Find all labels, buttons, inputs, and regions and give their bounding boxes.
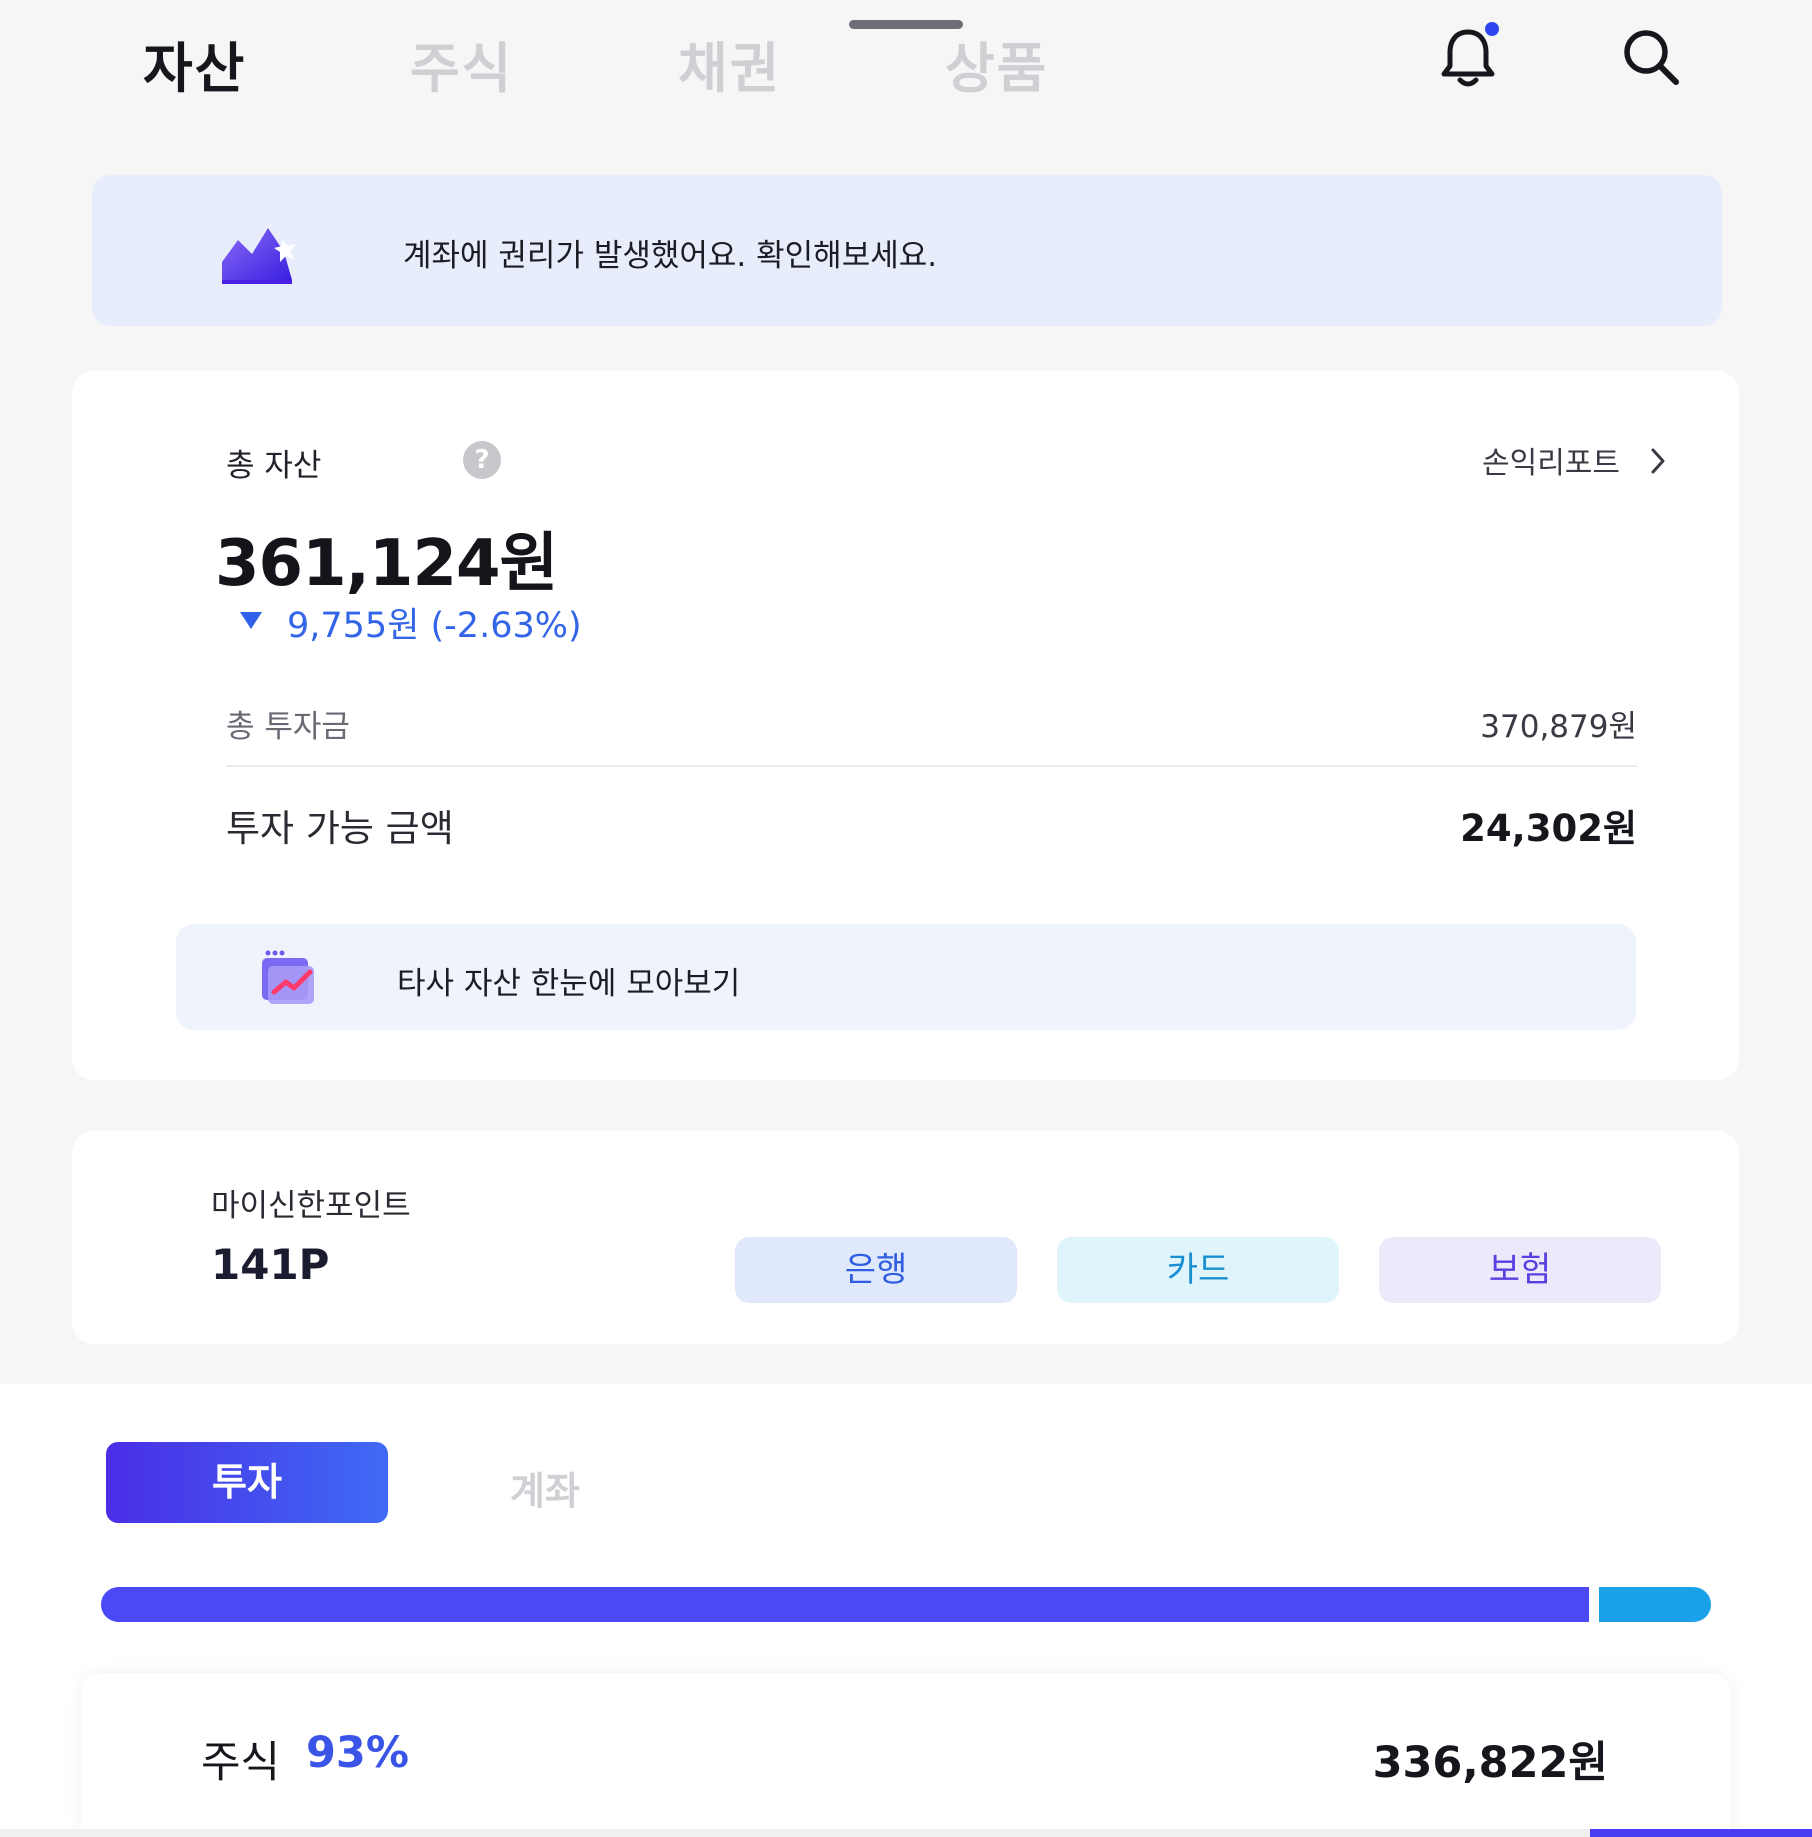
stock-label: 주식	[201, 1738, 281, 1788]
chevron-right-icon[interactable]	[1648, 446, 1668, 476]
points-value: 141P	[211, 1240, 330, 1289]
allocation-bar-other	[1599, 1587, 1711, 1622]
total-invested-label: 총 투자금	[226, 709, 350, 745]
tab-products[interactable]: 상품	[945, 24, 1048, 103]
allocation-bar	[101, 1587, 1711, 1622]
search-icon[interactable]	[1620, 26, 1682, 88]
browser-chart-icon	[258, 948, 318, 1006]
allocation-bar-stock	[101, 1587, 1589, 1622]
other-assets-text: 타사 자산 한눈에 모아보기	[397, 966, 741, 1002]
chart-mountain-icon	[218, 222, 300, 284]
bank-button[interactable]: 은행	[735, 1237, 1017, 1303]
points-label: 마이신한포인트	[211, 1188, 411, 1224]
stock-value: 336,822원	[1372, 1738, 1608, 1788]
tab-assets[interactable]: 자산	[143, 24, 246, 103]
bottom-edge	[0, 1829, 1812, 1837]
card-button[interactable]: 카드	[1057, 1237, 1339, 1303]
stock-percent: 93%	[306, 1728, 409, 1778]
segment-invest[interactable]: 투자	[106, 1442, 388, 1523]
profit-report-link[interactable]: 손익리포트	[1482, 438, 1620, 482]
notification-badge	[1485, 22, 1499, 36]
insurance-button[interactable]: 보험	[1379, 1237, 1661, 1303]
total-assets-label: 총 자산	[226, 448, 322, 484]
segment-account[interactable]: 계좌	[510, 1460, 580, 1515]
tab-bonds[interactable]: 채권	[678, 24, 781, 103]
divider	[226, 765, 1637, 767]
total-assets-amount: 361,124원	[215, 527, 558, 601]
other-assets-button[interactable]	[176, 924, 1636, 1030]
down-arrow-icon	[240, 612, 262, 629]
available-amount-value: 24,302원	[1460, 807, 1637, 850]
bottom-accent	[1590, 1829, 1812, 1837]
asset-change: 9,755원 (-2.63%)	[287, 606, 582, 646]
available-amount-label: 투자 가능 금액	[226, 807, 454, 850]
help-icon[interactable]: ?	[463, 441, 501, 479]
tab-stocks[interactable]: 주식	[410, 24, 513, 103]
total-invested-value: 370,879원	[1480, 709, 1637, 745]
notice-text: 계좌에 권리가 발생했어요. 확인해보세요.	[403, 238, 938, 274]
